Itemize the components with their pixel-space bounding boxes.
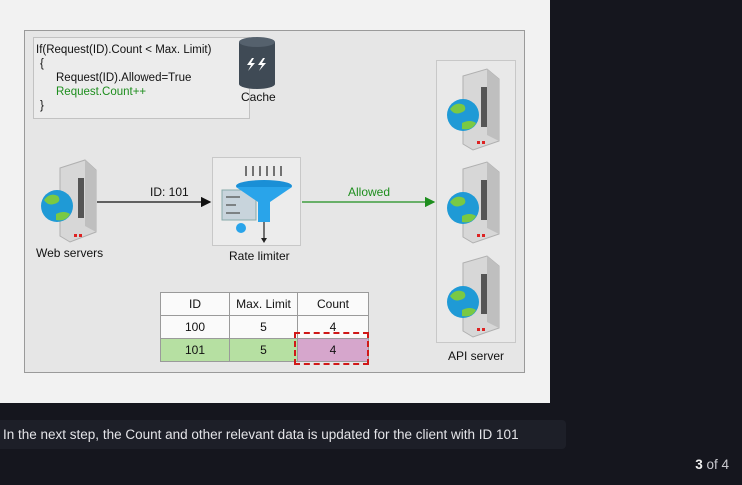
request-id-label: ID: 101 (150, 185, 189, 199)
slide-caption: In the next step, the Count and other re… (0, 420, 566, 449)
cache-icon (239, 37, 275, 89)
table-cell: 101 (160, 338, 230, 362)
slide-pager: 3 of 4 (695, 457, 729, 472)
cache-label: Cache (241, 90, 276, 104)
table-cell: 5 (229, 315, 298, 339)
api-server-icon (447, 255, 500, 338)
count-highlight-dashed-box (294, 332, 369, 365)
allowed-label: Allowed (348, 185, 391, 199)
table-header-row: ID Max. Limit Count (160, 292, 369, 316)
web-server-icon (41, 159, 97, 243)
api-server-label: API server (448, 349, 505, 363)
api-server-icon (447, 161, 500, 244)
table-cell: 100 (160, 315, 230, 339)
api-server-icon (447, 68, 500, 151)
current-slide-number: 3 (695, 457, 703, 472)
table-header: ID (160, 292, 230, 316)
total-slides-text: of 4 (706, 457, 729, 472)
slide-canvas: If(Request(ID).Count < Max. Limit) { Req… (0, 0, 550, 403)
table-cell: 5 (229, 338, 298, 362)
web-servers-label: Web servers (36, 246, 104, 260)
rate-limiter-label: Rate limiter (229, 249, 290, 263)
table-header: Count (297, 292, 369, 316)
table-header: Max. Limit (229, 292, 298, 316)
rate-limiter-icon (221, 166, 292, 243)
